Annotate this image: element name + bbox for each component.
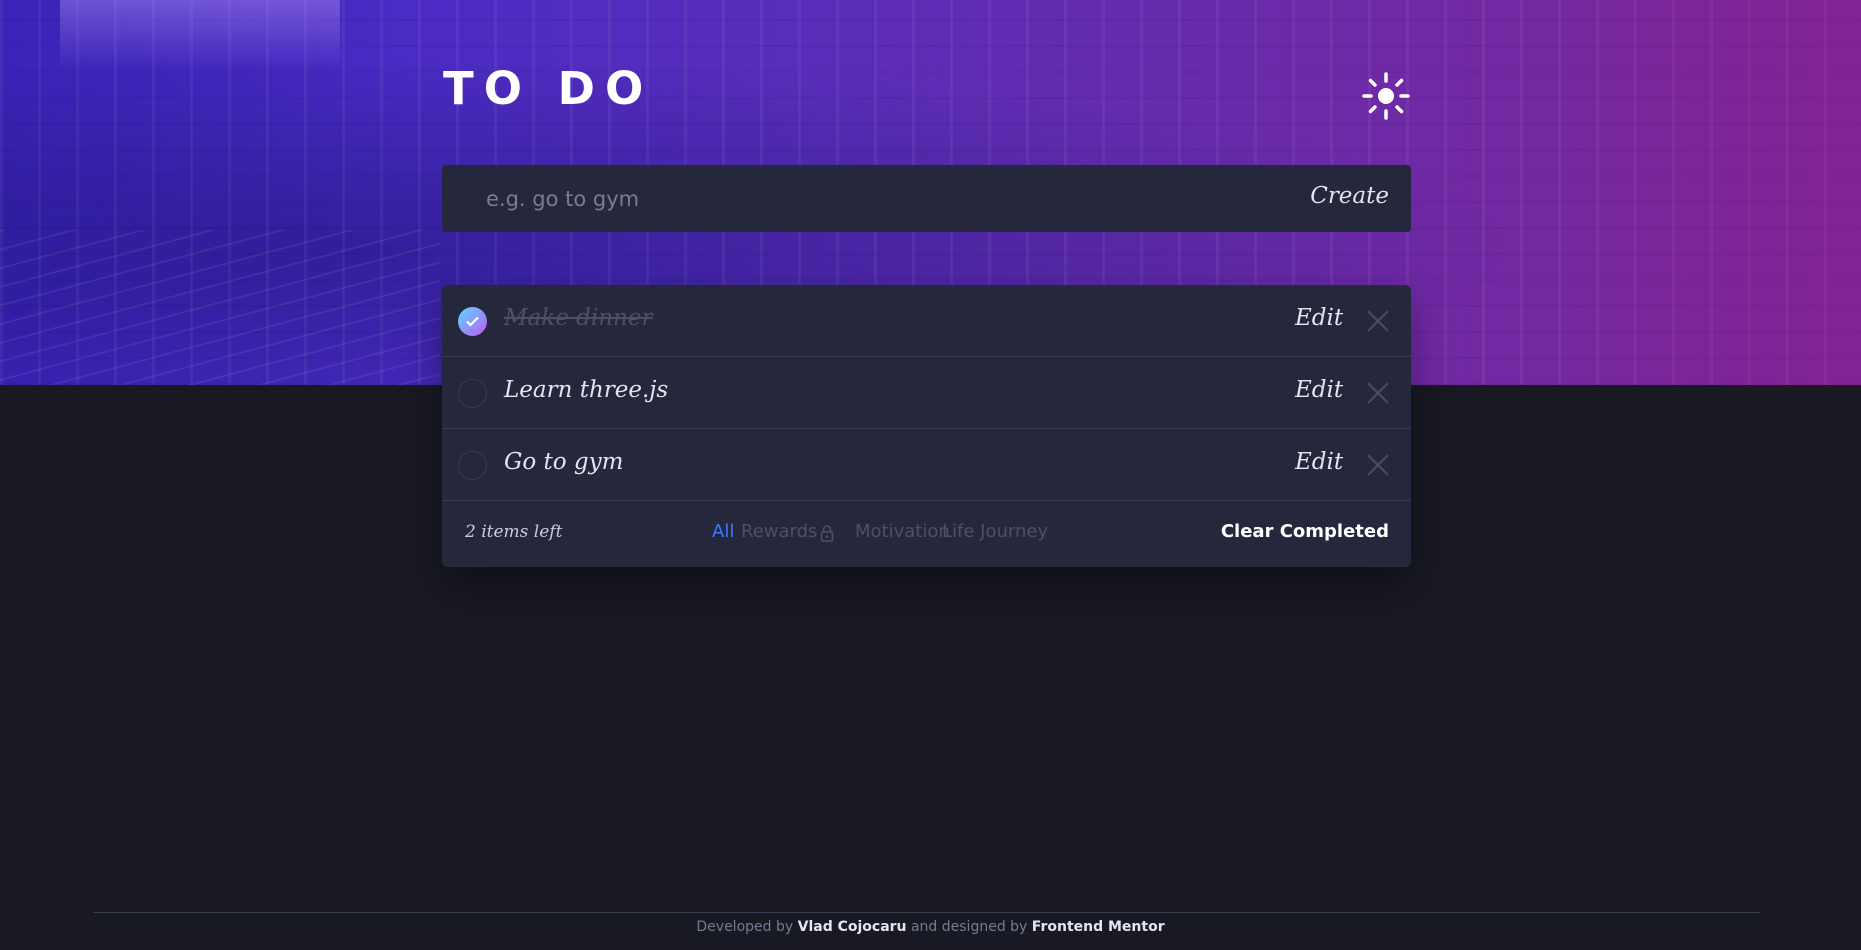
completed-checkbox[interactable] <box>458 307 487 336</box>
filter-motivation[interactable]: Motivation <box>855 521 950 542</box>
edit-button[interactable]: Edit <box>1295 377 1343 403</box>
close-icon <box>1367 382 1389 404</box>
completed-checkbox[interactable] <box>458 451 487 480</box>
filter-life-journey[interactable]: Life Journey <box>942 521 1048 542</box>
edit-button[interactable]: Edit <box>1295 305 1343 331</box>
lock-icon <box>820 525 834 542</box>
header-background-lights <box>60 0 340 70</box>
developer-link[interactable]: Vlad Cojocaru <box>798 919 907 935</box>
new-todo-input[interactable] <box>486 179 1186 219</box>
todo-list: Make dinner Edit Learn three.js Edit Go … <box>442 285 1411 567</box>
page-title: TO DO <box>443 62 654 115</box>
list-footer: 2 items left All Rewards Motivation Life… <box>442 501 1411 567</box>
sun-icon <box>1362 72 1410 120</box>
edit-button[interactable]: Edit <box>1295 449 1343 475</box>
create-button[interactable]: Create <box>1310 183 1389 209</box>
designer-link[interactable]: Frontend Mentor <box>1032 919 1165 935</box>
filter-rewards[interactable]: Rewards <box>741 521 817 542</box>
credits-middle: and designed by <box>910 919 1028 935</box>
delete-button[interactable] <box>1366 309 1390 333</box>
close-icon <box>1367 454 1389 476</box>
credits: Developed by Vlad Cojocaru and designed … <box>0 919 1861 935</box>
items-left-count: 2 items left <box>465 522 563 542</box>
new-todo-form: Create <box>442 165 1411 232</box>
close-icon <box>1367 310 1389 332</box>
theme-toggle-button[interactable] <box>1362 72 1410 120</box>
todo-text: Learn three.js <box>504 377 669 403</box>
todo-item: Learn three.js Edit <box>442 357 1411 429</box>
delete-button[interactable] <box>1366 381 1390 405</box>
header-background-shade <box>1561 0 1861 385</box>
todo-text: Go to gym <box>504 449 624 475</box>
delete-button[interactable] <box>1366 453 1390 477</box>
credits-prefix: Developed by <box>696 919 794 935</box>
clear-completed-button[interactable]: Clear Completed <box>1221 521 1389 542</box>
check-icon <box>466 316 479 327</box>
filter-all[interactable]: All <box>712 521 734 542</box>
todo-text: Make dinner <box>504 305 653 331</box>
todo-item: Make dinner Edit <box>442 285 1411 357</box>
completed-checkbox[interactable] <box>458 379 487 408</box>
footer-divider <box>93 912 1760 913</box>
todo-item: Go to gym Edit <box>442 429 1411 501</box>
header-background-floor <box>0 230 440 385</box>
